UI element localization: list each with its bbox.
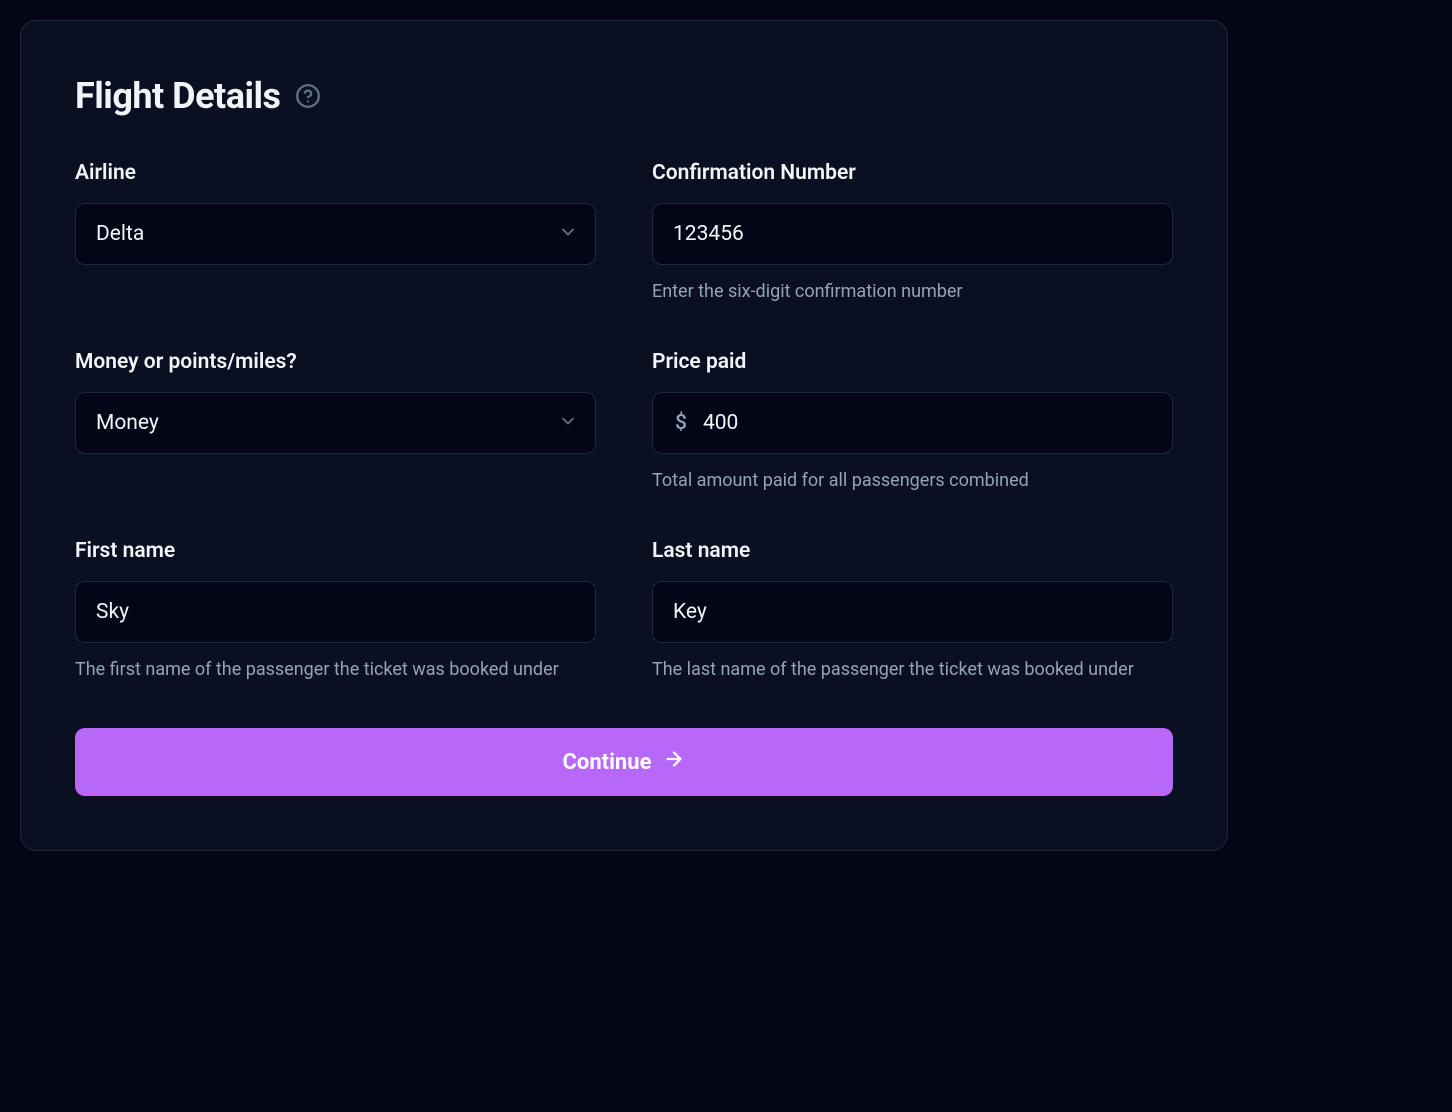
payment-type-select[interactable]: Money <box>75 392 596 454</box>
last-name-label: Last name <box>652 539 1173 563</box>
continue-button-label: Continue <box>563 750 652 775</box>
card-header: Flight Details <box>75 75 1173 117</box>
arrow-right-icon <box>663 748 685 776</box>
payment-type-field: Money or points/miles? Money <box>75 350 596 491</box>
payment-type-select-wrapper: Money <box>75 392 596 454</box>
first-name-help: The first name of the passenger the tick… <box>75 659 596 680</box>
price-field: Price paid $ Total amount paid for all p… <box>652 350 1173 491</box>
confirmation-label: Confirmation Number <box>652 161 1173 185</box>
first-name-field: First name The first name of the passeng… <box>75 539 596 680</box>
confirmation-input[interactable] <box>652 203 1173 265</box>
first-name-label: First name <box>75 539 596 563</box>
flight-details-card: Flight Details Airline Delta Confirmatio… <box>20 20 1228 851</box>
last-name-help: The last name of the passenger the ticke… <box>652 659 1173 680</box>
dollar-sign-icon: $ <box>653 411 697 435</box>
price-input-wrapper: $ <box>652 392 1173 454</box>
page-title: Flight Details <box>75 75 281 117</box>
price-input[interactable] <box>697 393 1172 453</box>
confirmation-field: Confirmation Number Enter the six-digit … <box>652 161 1173 302</box>
form-grid: Airline Delta Confirmation Number Enter … <box>75 161 1173 680</box>
help-circle-icon[interactable] <box>295 83 321 109</box>
airline-label: Airline <box>75 161 596 185</box>
confirmation-help: Enter the six-digit confirmation number <box>652 281 1173 302</box>
payment-type-label: Money or points/miles? <box>75 350 596 374</box>
airline-select[interactable]: Delta <box>75 203 596 265</box>
last-name-input[interactable] <box>652 581 1173 643</box>
airline-select-wrapper: Delta <box>75 203 596 265</box>
last-name-field: Last name The last name of the passenger… <box>652 539 1173 680</box>
first-name-input[interactable] <box>75 581 596 643</box>
price-label: Price paid <box>652 350 1173 374</box>
airline-field: Airline Delta <box>75 161 596 302</box>
price-help: Total amount paid for all passengers com… <box>652 470 1173 491</box>
continue-button[interactable]: Continue <box>75 728 1173 796</box>
